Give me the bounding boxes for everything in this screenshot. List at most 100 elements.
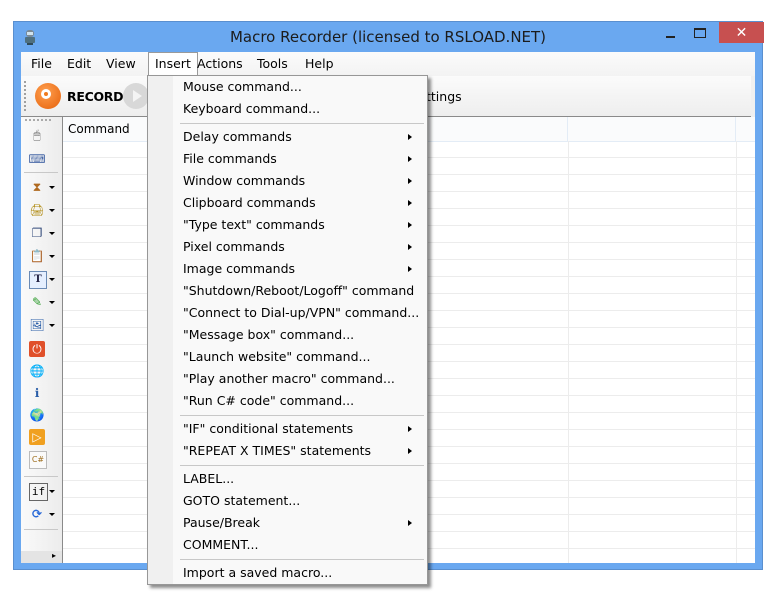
menu-item-label: COMMENT... <box>183 537 259 552</box>
close-button[interactable]: ✕ <box>719 22 764 43</box>
sidebar-grip[interactable] <box>25 119 51 121</box>
chevron-down-icon[interactable] <box>49 255 55 258</box>
menu-item-label: GOTO statement... <box>183 493 301 508</box>
menu-item[interactable]: Delay commands <box>183 126 421 148</box>
menu-item[interactable]: "Connect to Dial-up/VPN" command... <box>183 302 421 324</box>
menu-icon-strip <box>148 76 173 584</box>
title-bar[interactable]: Macro Recorder (licensed to RSLOAD.NET) … <box>14 22 764 53</box>
menu-item-label: "Run C# code" command... <box>183 393 355 408</box>
menu-item-label: "Launch website" command... <box>183 349 371 364</box>
menu-item[interactable]: "Shutdown/Reboot/Logoff" command <box>183 280 421 302</box>
sidebar-overflow-button[interactable]: ▸ <box>21 551 62 563</box>
close-icon: ✕ <box>735 24 748 41</box>
menu-item[interactable]: "Launch website" command... <box>183 346 421 368</box>
chevron-down-icon[interactable] <box>49 513 55 516</box>
chevron-down-icon[interactable] <box>49 232 55 235</box>
menu-item[interactable]: "Message box" command... <box>183 324 421 346</box>
menu-insert[interactable]: Insert <box>148 52 198 76</box>
menu-bar: File Edit View Insert Actions Tools Help <box>21 52 755 76</box>
menu-item[interactable]: Window commands <box>183 170 421 192</box>
menu-item-label: LABEL... <box>183 471 235 486</box>
menu-item[interactable]: "IF" conditional statements <box>183 418 421 440</box>
chevron-down-icon[interactable] <box>49 301 55 304</box>
submenu-arrow-icon <box>408 426 412 432</box>
play-macro-icon[interactable]: ▷ <box>29 429 45 445</box>
csharp-code-icon[interactable]: C# <box>29 451 47 469</box>
shutdown-icon[interactable]: ⏻ <box>29 341 45 357</box>
sidebar-separator <box>24 172 58 173</box>
submenu-arrow-icon <box>408 156 412 162</box>
toolbar-grip[interactable] <box>24 81 28 111</box>
chevron-down-icon[interactable] <box>49 490 55 493</box>
menu-item[interactable]: GOTO statement... <box>183 490 421 512</box>
menu-item[interactable]: Import a saved macro... <box>183 562 421 584</box>
dialup-globe-icon[interactable]: 🌐 <box>29 363 45 379</box>
menu-separator <box>180 123 424 124</box>
launch-website-icon[interactable]: 🌍 <box>29 407 45 423</box>
settings-button[interactable]: ttings <box>426 89 462 104</box>
menu-item[interactable]: "Type text" commands <box>183 214 421 236</box>
menu-item[interactable]: Image commands <box>183 258 421 280</box>
menu-item-label: "Type text" commands <box>183 217 325 232</box>
menu-item[interactable]: Keyboard command... <box>183 98 421 120</box>
menu-item[interactable]: LABEL... <box>183 468 421 490</box>
menu-view[interactable]: View <box>106 56 136 71</box>
menu-item[interactable]: Pause/Break <box>183 512 421 534</box>
insert-menu-dropdown: Mouse command... Keyboard command... Delay… <box>147 75 428 585</box>
record-icon <box>35 83 61 109</box>
menu-item-label: Image commands <box>183 261 296 276</box>
clipboard-icon[interactable]: 📋 <box>29 248 45 264</box>
menu-separator <box>180 465 424 466</box>
keyboard-icon[interactable]: ⌨ <box>28 151 45 167</box>
menu-item[interactable]: "Play another macro" command... <box>183 368 421 390</box>
maximize-button[interactable] <box>687 22 713 43</box>
printer-file-icon[interactable]: 🖨 <box>29 202 45 218</box>
column-header-2[interactable] <box>568 117 736 141</box>
chevron-down-icon[interactable] <box>49 324 55 327</box>
submenu-arrow-icon <box>408 178 412 184</box>
menu-help[interactable]: Help <box>305 56 334 71</box>
menu-item-label: "Connect to Dial-up/VPN" command... <box>183 305 420 320</box>
menu-item[interactable]: Pixel commands <box>183 236 421 258</box>
sidebar-separator <box>24 476 58 477</box>
chevron-down-icon[interactable] <box>49 278 55 281</box>
menu-item[interactable]: Mouse command... <box>183 76 421 98</box>
menu-item[interactable]: File commands <box>183 148 421 170</box>
chevron-down-icon[interactable] <box>49 209 55 212</box>
column-header-3[interactable] <box>736 117 755 141</box>
play-icon[interactable] <box>123 83 149 109</box>
menu-item[interactable]: COMMENT... <box>183 534 421 556</box>
menu-item-label: "Message box" command... <box>183 327 355 342</box>
sidebar-separator <box>24 529 58 530</box>
window-icon[interactable]: ❐ <box>29 225 45 241</box>
submenu-arrow-icon <box>408 200 412 206</box>
menu-separator <box>180 415 424 416</box>
maximize-icon <box>694 27 706 38</box>
if-statement-icon[interactable]: if <box>29 483 48 501</box>
menu-file[interactable]: File <box>31 56 52 71</box>
menu-item-label: "Play another macro" command... <box>183 371 395 386</box>
menu-item-label: Pause/Break <box>183 515 261 530</box>
message-box-icon[interactable]: ℹ <box>29 385 45 401</box>
menu-separator <box>180 559 424 560</box>
minimize-button[interactable] <box>659 22 681 43</box>
menu-actions[interactable]: Actions <box>197 56 243 71</box>
menu-item[interactable]: "Run C# code" command... <box>183 390 421 412</box>
menu-item[interactable]: Clipboard commands <box>183 192 421 214</box>
menu-item-label: "Shutdown/Reboot/Logoff" command <box>183 283 415 298</box>
menu-edit[interactable]: Edit <box>67 56 91 71</box>
record-label: RECORD <box>67 89 124 104</box>
chevron-down-icon[interactable] <box>49 186 55 189</box>
menu-tools[interactable]: Tools <box>257 56 288 71</box>
type-text-icon[interactable]: T <box>29 271 47 289</box>
pixel-picker-icon[interactable]: ✎ <box>29 294 45 310</box>
repeat-icon[interactable]: ⟳ <box>29 506 45 522</box>
mouse-icon[interactable]: 🖱 <box>29 127 45 143</box>
image-icon[interactable]: 🖼 <box>29 317 45 333</box>
submenu-arrow-icon <box>408 222 412 228</box>
menu-item-label: File commands <box>183 151 277 166</box>
submenu-arrow-icon <box>408 520 412 526</box>
hourglass-icon[interactable]: ⧗ <box>29 179 45 195</box>
menu-item[interactable]: "REPEAT X TIMES" statements <box>183 440 421 462</box>
window-title: Macro Recorder (licensed to RSLOAD.NET) <box>229 28 547 46</box>
